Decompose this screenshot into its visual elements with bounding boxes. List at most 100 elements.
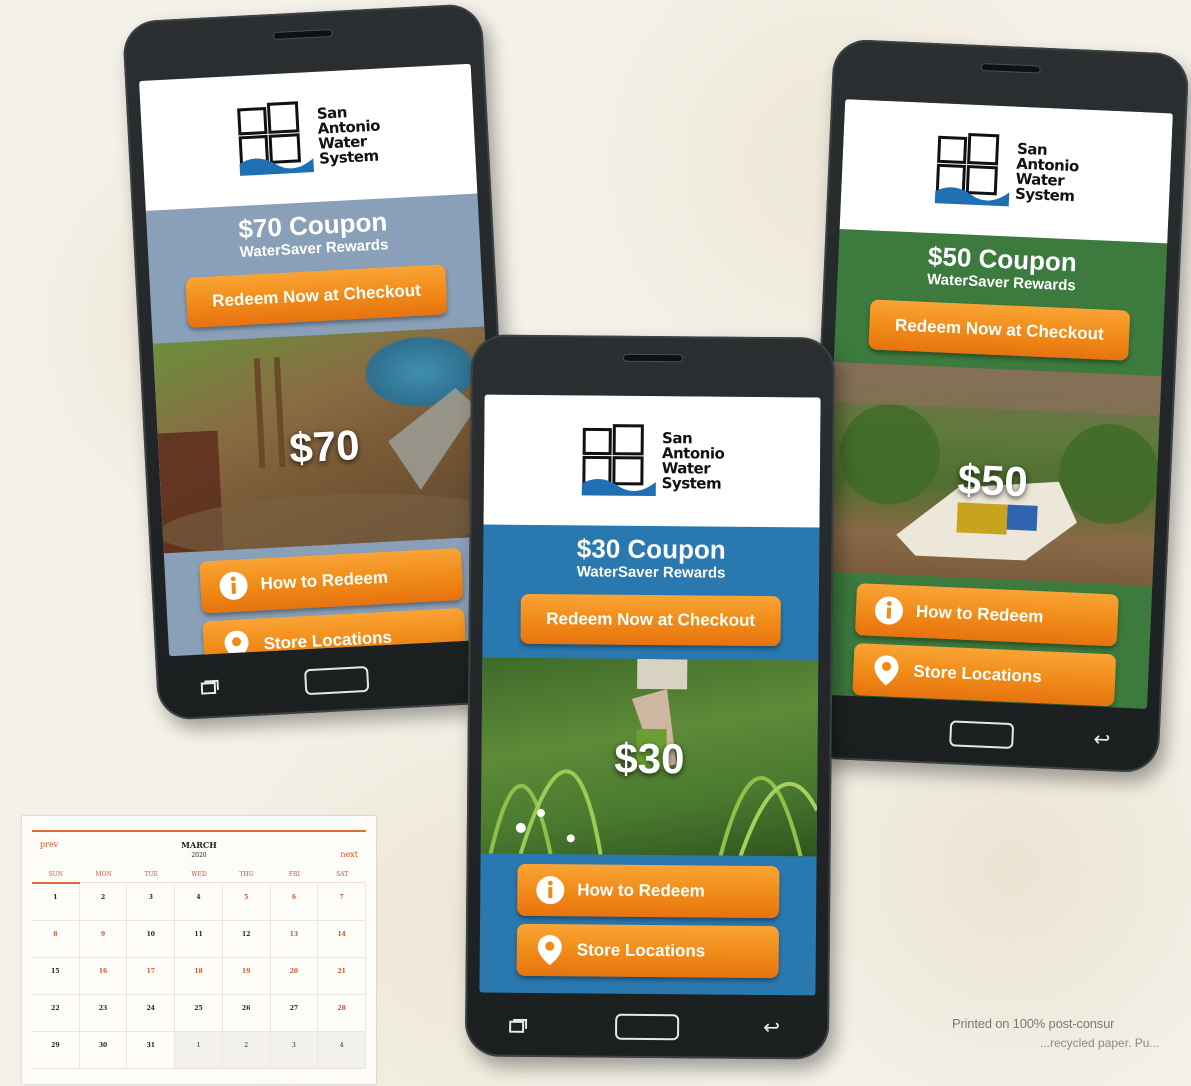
how-to-redeem-button[interactable]: How to Redeem <box>199 547 464 614</box>
calendar-day[interactable]: 27 <box>270 995 319 1032</box>
phone-70: San Antonio Water System $70 Coupon Wate… <box>121 3 519 721</box>
calendar-day[interactable]: 26 <box>222 995 271 1032</box>
day-of-week-header: SUN <box>32 868 80 884</box>
saws-logo: San Antonio Water System <box>839 99 1173 244</box>
home-button[interactable] <box>615 1013 680 1041</box>
saws-logo-mark-icon <box>933 131 1014 208</box>
logo-line: System <box>318 146 380 168</box>
calendar-day[interactable]: 5 <box>222 884 271 921</box>
how-to-redeem-label: How to Redeem <box>915 601 1044 627</box>
saws-logo-text: San Antonio Water System <box>1014 140 1080 206</box>
calendar-day[interactable]: 16 <box>79 958 128 995</box>
calendar-day[interactable]: 15 <box>32 958 80 995</box>
back-icon[interactable]: ↩ <box>763 1017 785 1039</box>
calendar-day[interactable]: 25 <box>175 995 223 1032</box>
android-nav-bar <box>156 654 517 707</box>
calendar-day[interactable]: 30 <box>79 1032 128 1069</box>
store-locations-button[interactable]: Store Locations <box>202 607 467 657</box>
coupon-title: $30 Coupon <box>576 533 726 565</box>
info-icon <box>535 875 565 905</box>
calendar-day-next-month[interactable]: 4 <box>318 1032 366 1069</box>
calendar-day[interactable]: 13 <box>270 921 319 958</box>
calendar-day[interactable]: 22 <box>32 995 80 1032</box>
redeem-now-button[interactable]: Redeem Now at Checkout <box>868 299 1131 361</box>
how-to-redeem-label: How to Redeem <box>577 880 705 901</box>
calendar-day[interactable]: 19 <box>222 958 271 995</box>
saws-logo-text: San Antonio Water System <box>316 103 381 168</box>
location-pin-icon <box>871 655 902 686</box>
calendar-day[interactable]: 10 <box>127 921 176 958</box>
calendar-day[interactable]: 4 <box>175 884 223 921</box>
calendar-year: 2020 <box>191 852 207 859</box>
screen-50: San Antonio Water System $50 Coupon Wate… <box>819 99 1173 709</box>
store-locations-button[interactable]: Store Locations <box>852 643 1117 707</box>
calendar-day[interactable]: 20 <box>270 958 319 995</box>
screen-30: San Antonio Water System $30 Coupon Wate… <box>479 394 821 996</box>
recent-apps-icon[interactable] <box>200 679 220 695</box>
speaker-slot <box>272 28 334 41</box>
calendar-day[interactable]: 31 <box>127 1032 176 1069</box>
calendar-month: MARCH <box>181 840 217 850</box>
garden-photo-30: $30 <box>480 657 819 857</box>
calendar-day[interactable]: 8 <box>32 921 80 958</box>
how-to-redeem-button[interactable]: How to Redeem <box>517 863 780 919</box>
calendar-day[interactable]: 12 <box>222 921 271 958</box>
coupon-amount: $30 <box>614 734 685 783</box>
info-icon <box>218 570 250 602</box>
calendar-day[interactable]: 6 <box>270 884 319 921</box>
garden-photo-70: $70 <box>152 326 496 554</box>
saws-logo-mark-icon <box>234 100 316 178</box>
logo-line: System <box>661 474 722 493</box>
saws-logo-mark-icon <box>580 423 659 498</box>
location-pin-icon <box>221 630 253 657</box>
calendar-day-next-month[interactable]: 3 <box>270 1032 319 1069</box>
store-locations-button[interactable]: Store Locations <box>516 923 780 979</box>
logo-line: System <box>1014 184 1075 206</box>
calendar-day[interactable]: 18 <box>175 958 223 995</box>
calendar-day[interactable]: 24 <box>127 995 176 1032</box>
calendar-next-link[interactable]: next <box>340 850 358 859</box>
coupon-subtitle: WaterSaver Rewards <box>576 563 726 582</box>
calendar-day[interactable]: 14 <box>318 921 366 958</box>
day-of-week-header: SAT <box>318 868 366 883</box>
calendar-day[interactable]: 7 <box>318 884 366 921</box>
calendar-day[interactable]: 21 <box>318 958 366 995</box>
calendar-day-next-month[interactable]: 2 <box>222 1032 271 1069</box>
redeem-now-button[interactable]: Redeem Now at Checkout <box>520 593 781 647</box>
calendar-day[interactable]: 2 <box>79 884 128 921</box>
back-icon[interactable]: ↩ <box>1093 729 1116 752</box>
speaker-slot <box>980 63 1041 74</box>
day-of-week-header: WED <box>175 868 223 883</box>
calendar-widget: prev MARCH 2020 next SUN MON TUE WED THU… <box>22 816 376 1084</box>
home-button[interactable] <box>949 720 1015 750</box>
android-nav-bar: ↩ <box>803 710 1160 759</box>
how-to-redeem-button[interactable]: How to Redeem <box>854 583 1119 647</box>
calendar-day[interactable]: 11 <box>175 921 223 958</box>
calendar-accent-line <box>32 830 366 832</box>
day-of-week-header: TUE <box>127 868 176 883</box>
home-button[interactable] <box>304 665 370 696</box>
calendar-day[interactable]: 9 <box>79 921 128 958</box>
saws-logo: San Antonio Water System <box>139 63 478 211</box>
saws-logo-text: San Antonio Water System <box>661 429 725 493</box>
calendar-day[interactable]: 17 <box>127 958 176 995</box>
coupon-panel: $70 Coupon WaterSaver Rewards Redeem Now… <box>146 194 484 330</box>
speaker-slot <box>622 353 683 363</box>
store-locations-label: Store Locations <box>912 661 1043 687</box>
coupon-panel: $30 Coupon WaterSaver Rewards Redeem Now… <box>482 525 819 647</box>
calendar-day[interactable]: 23 <box>79 995 128 1032</box>
calendar-day[interactable]: 3 <box>127 884 176 921</box>
calendar-day[interactable]: 1 <box>32 884 80 921</box>
calendar-day[interactable]: 29 <box>32 1032 80 1069</box>
phone-50: San Antonio Water System $50 Coupon Wate… <box>802 38 1190 774</box>
location-pin-icon <box>535 935 565 966</box>
coupon-panel: $50 Coupon WaterSaver Rewards Redeem Now… <box>834 229 1167 362</box>
redeem-now-button[interactable]: Redeem Now at Checkout <box>185 264 448 328</box>
store-locations-label: Store Locations <box>576 940 706 961</box>
garden-photo-50: $50 <box>824 361 1162 586</box>
calendar-day-next-month[interactable]: 1 <box>175 1032 223 1069</box>
recent-apps-icon[interactable] <box>509 1018 528 1033</box>
calendar-day[interactable]: 28 <box>318 995 366 1032</box>
calendar-grid: SUN MON TUE WED THU FRI SAT 1 2 3 4 5 6 … <box>32 868 366 1069</box>
day-of-week-header: FRI <box>270 868 319 883</box>
